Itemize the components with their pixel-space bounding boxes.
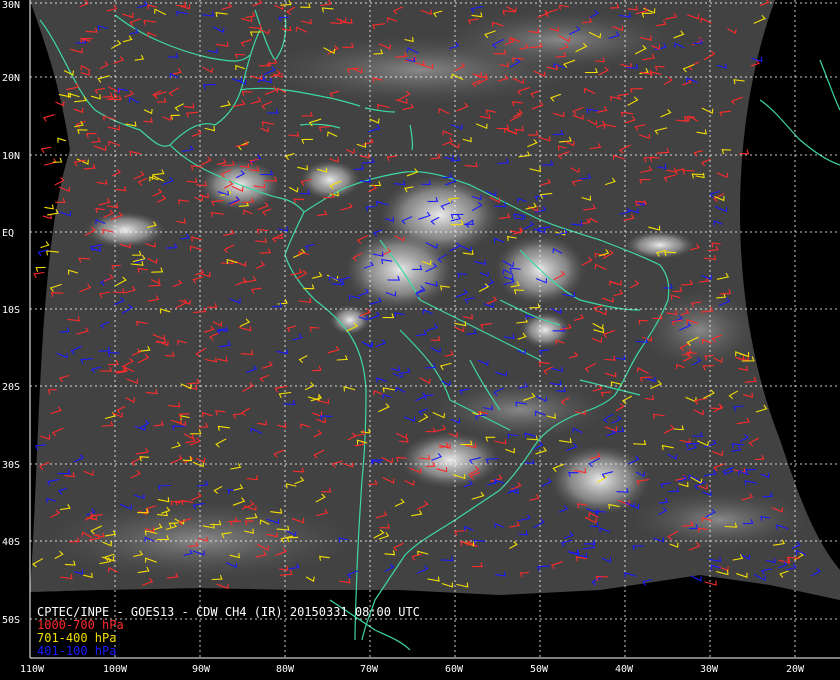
lat-label-20s: 20S: [2, 382, 20, 393]
lon-label-80w: 80W: [276, 664, 295, 675]
legend-high-level: 401-100 hPa: [37, 644, 116, 658]
lat-label-20n: 20N: [2, 73, 20, 84]
map-canvas: 30N 20N 10N EQ 10S 20S 30S 40S 50S 110W …: [0, 0, 840, 680]
lon-label-50w: 50W: [530, 664, 549, 675]
lon-label-60w: 60W: [445, 664, 464, 675]
lat-label-eq: EQ: [2, 228, 14, 239]
lat-label-40s: 40S: [2, 537, 20, 548]
lat-label-30s: 30S: [2, 460, 20, 471]
lon-label-40w: 40W: [615, 664, 634, 675]
lon-label-110w: 110W: [20, 664, 45, 675]
legend-mid-level: 701-400 hPa: [37, 631, 116, 645]
lat-label-50s: 50S: [2, 615, 20, 626]
product-title: CPTEC/INPE - GOES13 - CDW CH4 (IR) 20150…: [37, 605, 420, 619]
lat-label-10n: 10N: [2, 151, 20, 162]
lon-label-70w: 70W: [360, 664, 379, 675]
lon-label-30w: 30W: [700, 664, 719, 675]
lon-label-90w: 90W: [192, 664, 211, 675]
lat-label-30n: 30N: [2, 0, 20, 11]
satellite-wind-map: 30N 20N 10N EQ 10S 20S 30S 40S 50S 110W …: [0, 0, 840, 680]
lat-label-10s: 10S: [2, 305, 20, 316]
lon-label-100w: 100W: [103, 664, 128, 675]
lon-label-20w: 20W: [786, 664, 805, 675]
legend-low-level: 1000-700 hPa: [37, 618, 124, 632]
